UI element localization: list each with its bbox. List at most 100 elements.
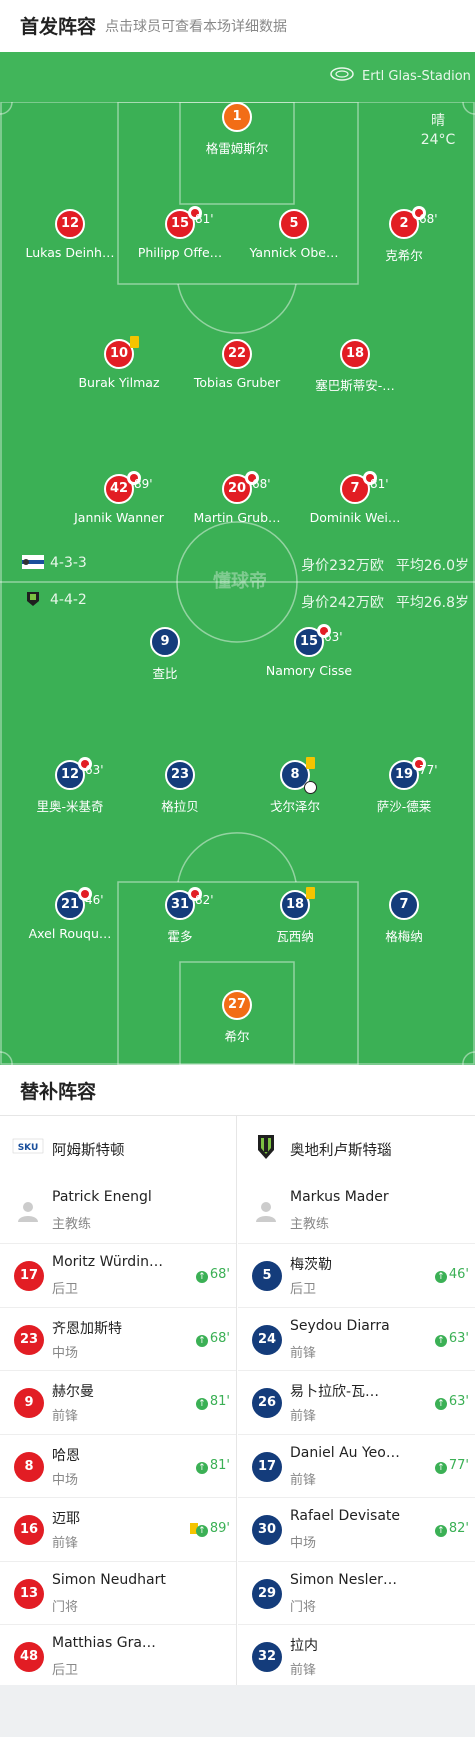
home-player-8[interactable]: 18 塞巴斯蒂安-… xyxy=(300,339,410,394)
player-position: 中场 xyxy=(290,1536,317,1551)
player-position: 中场 xyxy=(52,1345,79,1361)
sub-row[interactable]: 23 齐恩加斯特 中场 ↑ 68' xyxy=(0,1308,236,1371)
away-player-10[interactable]: 7 格梅纳 xyxy=(349,890,459,945)
player-number: 5 xyxy=(279,209,309,239)
sub-row[interactable]: 13 Simon Neudhart 门将 xyxy=(0,1562,236,1625)
sub-minute: 77' xyxy=(448,1457,469,1473)
sub-row[interactable]: 8 哈恩 中场 ↑ 81' xyxy=(0,1435,236,1498)
home-subs-column: SKU 阿姆斯特顿 Patrick Enengl 主教练 17 Moritz Wü… xyxy=(0,1115,237,1689)
sub-minute: 82' xyxy=(448,1521,469,1536)
sub-row[interactable]: 17 Daniel Au Yeo… 前锋 ↑ 77' xyxy=(238,1435,475,1498)
sub-minute: 81' xyxy=(209,1457,230,1473)
team-header[interactable]: SKU 阿姆斯特顿 xyxy=(0,1115,236,1181)
away-player-3[interactable]: 12 63' 里奥-米基奇 xyxy=(15,757,125,815)
sub-row[interactable]: 16 迈耶 前锋 ↑ 89' xyxy=(0,1498,236,1562)
coach-row[interactable]: Markus Mader 主教练 xyxy=(238,1181,475,1244)
home-team-logo-icon: SKU xyxy=(12,1138,44,1154)
svg-text:SKU: SKU xyxy=(18,1143,39,1153)
home-player-11[interactable]: 7 81' Dominik Wei… xyxy=(300,471,410,525)
player-name: Seydou Diarra xyxy=(290,1317,390,1334)
player-name: Namory Cisse xyxy=(265,663,353,678)
player-name: 哈恩 xyxy=(52,1447,80,1464)
team-name: 阿姆斯特顿 xyxy=(52,1143,125,1159)
subs-section-title: 替补阵容 xyxy=(20,1081,97,1103)
sub-on-arrow-icon: ↑ xyxy=(195,1271,208,1283)
sub-minute: 46' xyxy=(448,1267,469,1282)
away-player-5[interactable]: 8 戈尔泽尔 xyxy=(240,757,350,815)
away-player-8[interactable]: 31 82' 霍多 xyxy=(125,887,235,945)
away-team-stats: 身价242万欧 平均26.8岁 xyxy=(289,592,469,612)
player-number: 30 xyxy=(252,1515,282,1545)
player-number: 22 xyxy=(222,339,252,369)
coach-row[interactable]: Patrick Enengl 主教练 xyxy=(0,1181,236,1244)
sub-row[interactable]: 48 Matthias Gra… 后卫 xyxy=(0,1625,236,1689)
away-player-2[interactable]: 15 63' Namory Cisse xyxy=(254,624,364,678)
away-player-9[interactable]: 18 瓦西纳 xyxy=(240,887,350,945)
home-player-5[interactable]: 2 68' 克希尔 xyxy=(349,206,459,264)
home-player-6[interactable]: 10 Burak Yilmaz xyxy=(64,336,174,390)
player-name: 赫尔曼 xyxy=(52,1384,94,1400)
player-number: 7 xyxy=(389,890,419,920)
market-value: 身价242万欧 xyxy=(301,595,384,611)
page-footer xyxy=(0,1685,475,1737)
sub-row[interactable]: 9 赫尔曼 前锋 ↑ 81' xyxy=(0,1371,236,1435)
sub-row[interactable]: 32 拉内 前锋 xyxy=(238,1625,475,1689)
sub-row[interactable]: 5 梅茨勒 后卫 ↑ 46' xyxy=(238,1244,475,1308)
player-name: Daniel Au Yeo… xyxy=(290,1444,400,1461)
away-player-7[interactable]: 21 46' Axel Rouqu… xyxy=(15,887,125,941)
player-position: 前锋 xyxy=(290,1472,317,1488)
sub-row[interactable]: 30 Rafael Devisate 中场 ↑ 82' xyxy=(238,1498,475,1562)
player-position: 后卫 xyxy=(290,1282,317,1297)
player-name: Simon Neudhart xyxy=(52,1571,166,1588)
home-player-4[interactable]: 5 Yannick Obe… xyxy=(239,209,349,260)
player-name: Dominik Wei… xyxy=(309,510,401,525)
home-player-7[interactable]: 22 Tobias Gruber xyxy=(182,339,292,390)
home-player-10[interactable]: 20 68' Martin Grub… xyxy=(182,471,292,525)
player-name: 齐恩加斯特 xyxy=(52,1320,122,1337)
player-name: 里奥-米基奇 xyxy=(36,799,104,814)
home-player-1[interactable]: 1 格雷姆斯尔 xyxy=(182,102,292,157)
sub-row[interactable]: 24 Seydou Diarra 前锋 ↑ 63' xyxy=(238,1308,475,1371)
player-name: Moritz Würdin… xyxy=(52,1254,163,1270)
player-name: 塞巴斯蒂安-… xyxy=(315,378,395,393)
team-header[interactable]: 奥地利卢斯特瑙 xyxy=(238,1115,475,1181)
away-player-6[interactable]: 19 77' 萨沙-德莱 xyxy=(349,757,459,815)
player-name: Burak Yilmaz xyxy=(78,375,160,390)
player-position: 前锋 xyxy=(52,1536,79,1551)
player-number: 17 xyxy=(252,1451,282,1482)
home-team-logo-icon xyxy=(22,555,44,569)
away-player-11[interactable]: 27 希尔 xyxy=(182,990,292,1045)
away-team-logo-icon xyxy=(27,592,39,606)
player-position: 前锋 xyxy=(52,1409,79,1424)
player-number: 5 xyxy=(252,1261,282,1291)
sub-row[interactable]: 17 Moritz Würdin… 后卫 ↑ 68' xyxy=(0,1244,236,1308)
player-name: 查比 xyxy=(152,666,178,681)
away-formation: 4-4-2 xyxy=(22,592,87,608)
home-player-3[interactable]: 15 81' Philipp Offe… xyxy=(125,206,235,260)
person-placeholder-icon xyxy=(18,1202,38,1222)
away-player-4[interactable]: 23 格拉贝 xyxy=(125,760,235,815)
home-player-9[interactable]: 42 89' Jannik Wanner xyxy=(64,471,174,525)
player-number: 8 xyxy=(290,767,300,782)
formation-label: 4-3-3 xyxy=(50,555,87,571)
away-player-1[interactable]: 9 查比 xyxy=(110,627,220,682)
home-player-2[interactable]: 12 Lukas Deinh… xyxy=(15,209,125,260)
sub-minute: 68' xyxy=(419,212,438,226)
player-name: 格梅纳 xyxy=(385,929,423,944)
player-number: 26 xyxy=(252,1388,282,1418)
sub-on-arrow-icon: ↑ xyxy=(434,1525,447,1537)
sub-row[interactable]: 26 易卜拉欣-瓦… 前锋 ↑ 63' xyxy=(238,1371,475,1435)
player-number: 7 xyxy=(350,481,360,496)
home-formation: 4-3-3 xyxy=(22,555,87,571)
average-age: 平均26.8岁 xyxy=(395,595,469,611)
coach-role: 主教练 xyxy=(290,1217,330,1232)
sub-minute: 81' xyxy=(195,212,214,226)
sub-on-arrow-icon: ↑ xyxy=(434,1398,447,1410)
player-number: 18 xyxy=(285,897,305,912)
coach-name: Markus Mader xyxy=(290,1189,389,1205)
player-name: 霍多 xyxy=(167,929,193,944)
sub-row[interactable]: 29 Simon Nesler… 门将 xyxy=(238,1562,475,1625)
sub-minute: 68' xyxy=(209,1330,230,1346)
sub-minute: 81' xyxy=(370,477,389,491)
sub-minute: 82' xyxy=(195,893,214,907)
